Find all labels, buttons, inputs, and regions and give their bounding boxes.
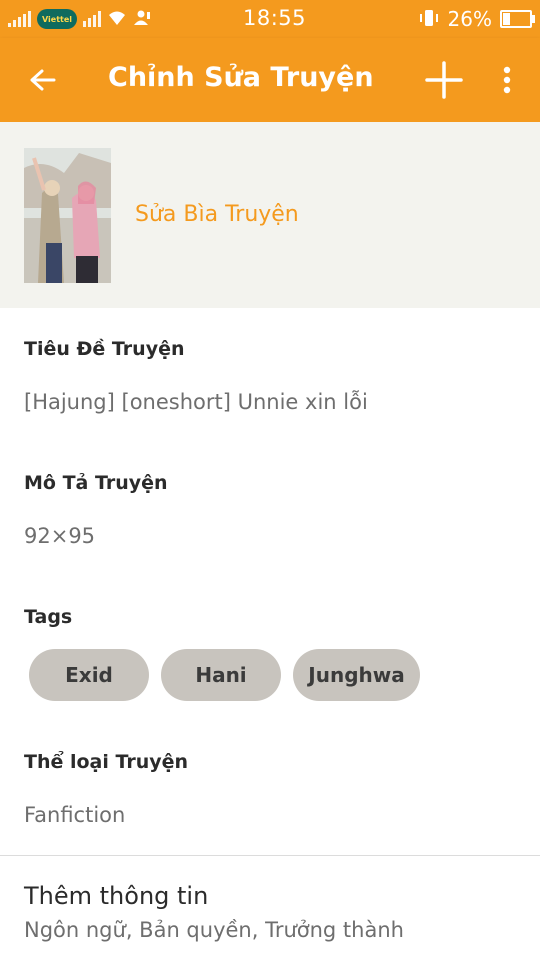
signal-icon [83, 11, 101, 27]
status-time: 18:55 [243, 6, 307, 30]
status-bar: Viettel 18:55 26% [0, 0, 540, 38]
battery-percent: 26% [447, 7, 492, 31]
battery-icon [500, 10, 535, 28]
cover-section: Sửa Bìa Truyện [0, 122, 540, 308]
more-info-title: Thêm thông tin [24, 882, 209, 910]
story-description-label: Mô Tả Truyện [24, 472, 168, 494]
page-title: Chỉnh Sửa Truyện [108, 62, 374, 93]
category-label: Thể loại Truyện [24, 751, 189, 773]
carrier-logo: Viettel [37, 9, 77, 29]
status-left: Viettel [8, 6, 151, 32]
back-button[interactable] [22, 60, 62, 100]
add-button[interactable] [422, 58, 466, 102]
user-icon [133, 10, 151, 29]
more-info-row[interactable]: Thêm thông tin Ngôn ngữ, Bản quyền, Trưở… [0, 856, 540, 960]
tags-label: Tags [24, 606, 73, 628]
tags-list: Exid Hani Junghwa [29, 649, 420, 701]
tag-chip[interactable]: Hani [161, 649, 281, 701]
story-title-label: Tiêu Đề Truyện [24, 338, 185, 360]
edit-cover-link[interactable]: Sửa Bìa Truyện [135, 202, 299, 227]
more-options-button[interactable] [492, 58, 522, 102]
back-arrow-icon[interactable] [28, 68, 56, 92]
app-toolbar: Chỉnh Sửa Truyện [0, 38, 540, 122]
more-info-subtitle: Ngôn ngữ, Bản quyền, Trưởng thành [24, 918, 404, 942]
more-vertical-icon[interactable] [503, 66, 511, 94]
vibrate-icon [418, 9, 440, 30]
plus-icon[interactable] [425, 61, 463, 99]
cover-image[interactable] [24, 148, 111, 283]
wifi-icon [107, 10, 127, 29]
status-right: 26% [418, 6, 535, 32]
story-description-field[interactable]: 92×95 [24, 524, 95, 548]
category-field[interactable]: Fanfiction [24, 803, 125, 827]
signal-icon [8, 11, 31, 27]
tag-chip[interactable]: Exid [29, 649, 149, 701]
tag-chip[interactable]: Junghwa [293, 649, 420, 701]
story-title-field[interactable]: [Hajung] [oneshort] Unnie xin lỗi [24, 390, 368, 414]
